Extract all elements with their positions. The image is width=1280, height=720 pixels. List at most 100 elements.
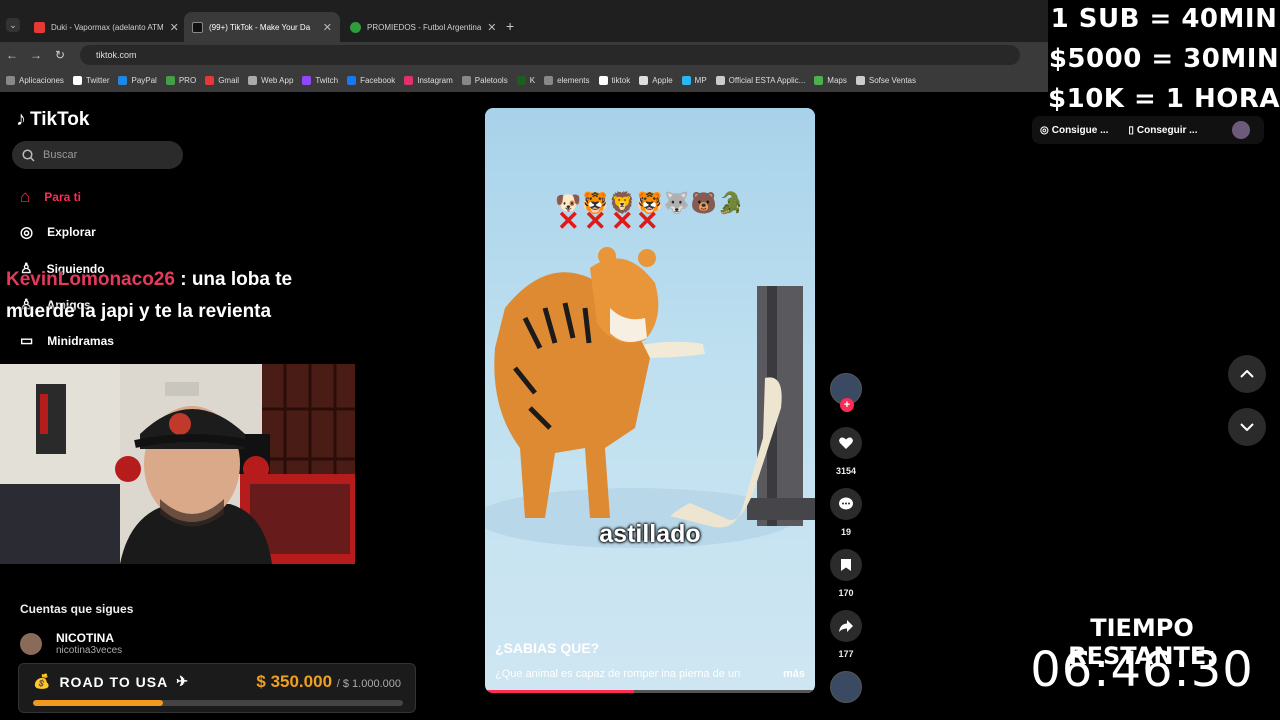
search-placeholder: Buscar	[43, 149, 78, 161]
bookmark-item[interactable]: Instagram	[404, 75, 453, 85]
back-icon[interactable]: ←	[0, 48, 24, 62]
follow-plus-icon[interactable]: +	[840, 398, 854, 412]
save-count: 170	[838, 588, 854, 598]
bookmark-icon	[598, 75, 608, 85]
youtube-icon	[34, 21, 45, 33]
bookmark-item[interactable]: Official ESTA Applic...	[715, 75, 805, 85]
account-handle: nicotina3veces	[56, 645, 123, 656]
video-progress-track[interactable]	[485, 690, 815, 693]
close-icon[interactable]: ✕	[317, 21, 332, 34]
nav-para-ti[interactable]: ⌂ Para ti	[20, 187, 81, 207]
tiktok-note-icon: ♪	[16, 108, 26, 130]
bookmark-item[interactable]: tiktok	[598, 75, 631, 85]
bookmark-icon	[681, 75, 691, 85]
bookmark-label: Twitch	[315, 75, 339, 85]
tab-label: (99+) TikTok - Make Your Da	[209, 22, 311, 32]
search-input[interactable]: Buscar	[12, 141, 183, 169]
nav-explorar[interactable]: ◎ Explorar	[20, 223, 96, 241]
share-button[interactable]	[830, 610, 862, 642]
goal-title-text: ROAD TO USA	[59, 673, 169, 690]
bookmark-icon	[404, 75, 414, 85]
tab-tiktok[interactable]: (99+) TikTok - Make Your Da ✕	[184, 12, 340, 42]
bookmark-icon	[165, 75, 175, 85]
chevron-down-icon	[1240, 423, 1254, 431]
chip-label: Consigue ...	[1051, 124, 1109, 136]
bookmark-label: Aplicaciones	[19, 75, 64, 85]
bookmark-item[interactable]: Sofse Ventas	[855, 75, 916, 85]
bookmark-item[interactable]: PayPal	[118, 75, 157, 85]
bookmark-item[interactable]: Twitter	[72, 75, 109, 85]
browser-tab-bar: ⌄ Duki - Vapormax (adelanto ATM ✕ (99+) …	[0, 0, 1050, 42]
bookmark-icon	[248, 75, 258, 85]
heart-icon	[839, 437, 853, 449]
like-button[interactable]	[830, 427, 862, 459]
bookmark-label: Facebook	[360, 75, 396, 85]
logo-text: TikTok	[30, 108, 90, 130]
bookmark-icon	[72, 75, 82, 85]
bookmark-label: Maps	[827, 75, 847, 85]
bookmark-item[interactable]: Apple	[639, 75, 673, 85]
more-link[interactable]: más	[783, 668, 805, 680]
bookmark-item[interactable]: Web App	[248, 75, 294, 85]
previous-video-button[interactable]	[1228, 355, 1266, 393]
chip-label: Conseguir ...	[1136, 124, 1198, 136]
bookmark-label: K	[529, 75, 536, 85]
bookmark-item[interactable]: PRO	[165, 75, 196, 85]
phone-icon: ▯	[1128, 124, 1134, 136]
save-button[interactable]	[830, 549, 862, 581]
tab-duki[interactable]: Duki - Vapormax (adelanto ATM ✕	[26, 12, 182, 42]
goal-current: $ 350.000	[256, 672, 333, 691]
bookmark-icon	[544, 75, 554, 85]
bookmark-icon	[639, 75, 649, 85]
profile-avatar[interactable]	[1232, 121, 1250, 139]
bookmark-icon	[841, 559, 851, 571]
comment-button[interactable]	[830, 488, 862, 520]
bookmark-item[interactable]: Aplicaciones	[6, 75, 64, 85]
reload-icon[interactable]: ↻	[48, 48, 72, 62]
followed-account[interactable]: NICOTINA nicotina3veces	[20, 631, 122, 656]
nav-minidramas[interactable]: ▭ Minidramas	[20, 332, 114, 349]
streamer-image	[0, 364, 355, 564]
video-player[interactable]: 🐶🐯🦁🐯🐺🐻🐊 ✕ ✕ ✕ ✕ astillado ¿SABIAS QUE? ¿…	[485, 108, 815, 693]
tiktok-logo[interactable]: ♪ TikTok	[16, 108, 89, 131]
next-video-button[interactable]	[1228, 408, 1266, 446]
bookmark-icon	[814, 75, 824, 85]
cross-icon: ✕	[611, 206, 634, 236]
bookmark-item[interactable]: K	[516, 75, 536, 85]
cross-icon: ✕	[584, 206, 607, 236]
coin-icon: ◎	[1040, 124, 1049, 136]
creator-avatar[interactable]: +	[830, 373, 862, 412]
app-chip[interactable]: ▯ Conseguir ...	[1128, 125, 1197, 136]
bookmark-item[interactable]: Paletools	[461, 75, 508, 85]
forward-icon[interactable]: →	[24, 48, 48, 62]
url-field[interactable]: tiktok.com	[80, 45, 1020, 65]
video-caption: astillado	[599, 520, 701, 548]
bookmark-item[interactable]: Facebook	[347, 75, 396, 85]
bookmark-label: Gmail	[218, 75, 240, 85]
bookmark-label: Apple	[652, 75, 673, 85]
search-icon	[22, 148, 35, 162]
bookmark-icon	[205, 75, 215, 85]
bookmark-label: Web App	[261, 75, 294, 85]
new-tab-button[interactable]: +	[506, 18, 514, 34]
close-icon[interactable]: ✕	[164, 21, 179, 34]
webcam-feed	[0, 364, 355, 564]
bookmark-icon	[118, 75, 128, 85]
tab-promiedos[interactable]: PROMIEDOS - Futbol Argentina ✕	[342, 12, 498, 42]
bookmark-label: tiktok	[611, 75, 631, 85]
bookmark-item[interactable]: Maps	[814, 75, 847, 85]
coins-chip[interactable]: ◎ Consigue ...	[1040, 125, 1108, 136]
timer-value: 06:46:30	[1030, 642, 1254, 698]
bookmark-item[interactable]: MP	[681, 75, 707, 85]
tab-search-icon[interactable]: ⌄	[6, 18, 20, 32]
nav-label: Minidramas	[47, 333, 114, 348]
top-right-chips: ◎ Consigue ... ▯ Conseguir ...	[1032, 116, 1264, 144]
drama-icon: ▭	[20, 332, 34, 348]
bookmark-icon	[6, 75, 15, 85]
bookmark-item[interactable]: elements	[544, 75, 590, 85]
donation-goal: 💰 ROAD TO USA ✈ $ 350.000 / $ 1.000.000	[18, 663, 416, 713]
sound-avatar[interactable]	[830, 671, 862, 703]
bookmark-item[interactable]: Twitch	[302, 75, 339, 85]
close-icon[interactable]: ✕	[481, 21, 496, 34]
bookmark-item[interactable]: Gmail	[205, 75, 240, 85]
